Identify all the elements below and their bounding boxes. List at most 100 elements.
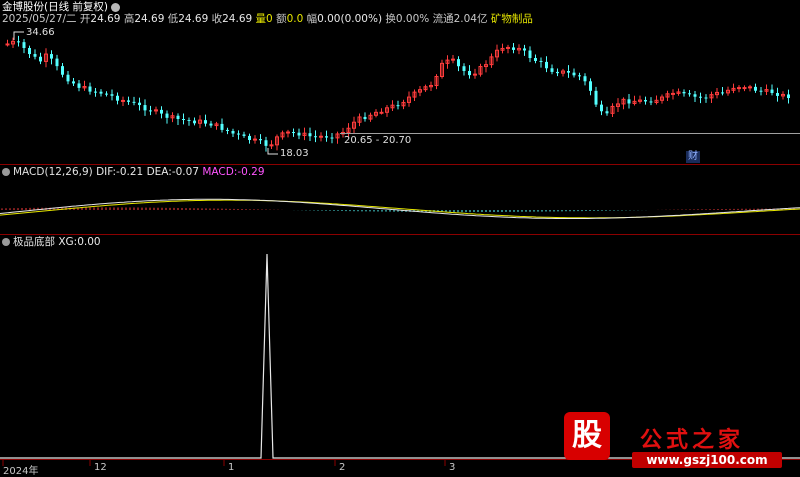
xg-label: XG: — [58, 236, 78, 248]
macd-value: -0.29 — [237, 166, 265, 178]
candle-body-down — [33, 54, 37, 57]
dea-label: DEA: — [146, 166, 172, 178]
candle-body-down — [600, 104, 603, 112]
amount-value: 0.0 — [286, 13, 304, 25]
candle-body-down — [17, 41, 20, 43]
volume-value: 0 — [266, 13, 273, 25]
close-label: 收 — [211, 13, 223, 25]
candle-body-down — [220, 123, 224, 130]
indicator-title[interactable]: 极品底部 — [13, 236, 55, 248]
candle-body-down — [462, 66, 466, 71]
candle-body-down — [627, 99, 631, 104]
range-label: 20.65 - 20.70 — [344, 135, 412, 146]
candle-body-down — [770, 89, 774, 94]
candle-body-down — [138, 102, 141, 106]
candle-body-down — [468, 70, 471, 76]
candle-body-up — [121, 99, 125, 102]
high-price-mark: 34.66 — [26, 27, 55, 38]
stock-name-period: 金博股份(日线 前复权) — [2, 1, 109, 13]
candle-body-down — [231, 130, 235, 134]
candle-body-down — [110, 94, 114, 96]
open-value: 24.69 — [90, 13, 121, 25]
candle-body-down — [149, 110, 152, 112]
candle-body-down — [754, 86, 757, 91]
float-label: 流通 — [432, 13, 454, 25]
volume-label: 量 — [255, 13, 267, 25]
x-label-0: 2024年 — [3, 466, 39, 477]
change-label: 幅 — [306, 13, 318, 25]
low-price-mark: 18.03 — [280, 148, 309, 159]
candle-body-down — [688, 93, 691, 95]
candle-body-down — [72, 81, 75, 84]
date-value: 2025/05/27/二 — [2, 13, 77, 25]
x-label-2: 1 — [228, 462, 235, 473]
candle-body-up — [737, 87, 741, 90]
candle-body-down — [297, 132, 301, 136]
candle-body-down — [28, 47, 31, 55]
candle-body-down — [204, 120, 207, 124]
dropdown-icon[interactable] — [111, 2, 121, 12]
candle-body-down — [143, 105, 147, 111]
candle-body-down — [550, 68, 554, 72]
candle-body-down — [237, 133, 240, 135]
candle-body-down — [644, 100, 647, 102]
candle-body-down — [264, 140, 268, 146]
watermark-url: www.gszj100.com — [632, 452, 782, 468]
candle-body-down — [248, 135, 251, 141]
candle-body-down — [325, 136, 328, 138]
candle-body-down — [77, 83, 81, 88]
candle-body-down — [330, 137, 334, 139]
ohlc-readout: 2025/05/27/二 开24.69 高24.69 低24.69 收24.69… — [2, 13, 533, 26]
candle-body-down — [193, 120, 196, 124]
xg-value: 0.00 — [77, 236, 101, 248]
candle-body-down — [61, 66, 64, 75]
finance-badge[interactable]: 财 — [686, 151, 700, 163]
candle-body-down — [556, 71, 559, 74]
candle-body-up — [253, 138, 257, 141]
candle-body-up — [319, 135, 323, 138]
macd-label: MACD: — [202, 166, 238, 178]
candle-body-up — [379, 111, 384, 114]
candle-body-down — [512, 47, 515, 50]
macd-settings-icon[interactable] — [2, 168, 10, 176]
low-label: 低 — [167, 13, 179, 25]
candle-body-up — [748, 86, 752, 89]
candle-body-down — [523, 48, 526, 51]
dif-label: DIF: — [96, 166, 117, 178]
candle-body-down — [704, 97, 708, 99]
watermark-title: 公式之家 — [640, 427, 745, 453]
x-label-4: 3 — [449, 462, 456, 473]
dea-value: -0.07 — [171, 166, 199, 178]
candle-body-down — [88, 86, 92, 92]
candle-body-down — [165, 113, 169, 118]
candle-body-down — [160, 109, 163, 114]
candle-body-up — [5, 43, 10, 46]
float-value: 2.04亿 — [453, 13, 488, 25]
candle-body-down — [567, 71, 570, 73]
candle-body-down — [457, 59, 460, 67]
candle-body-down — [116, 95, 119, 101]
macd-title[interactable]: MACD(12,26,9) — [13, 166, 93, 178]
candle-body-down — [649, 101, 653, 103]
candle-body-down — [55, 58, 59, 67]
low-value: 24.69 — [178, 13, 209, 25]
x-label-3: 2 — [339, 462, 346, 473]
candle-body-up — [671, 92, 675, 95]
candle-body-down — [721, 92, 724, 94]
chart-canvas — [0, 31, 800, 466]
change-value: 0.00(0.00%) — [317, 13, 383, 25]
candle-body-down — [94, 91, 97, 93]
candle-body-down — [226, 129, 229, 131]
candle-body-down — [308, 133, 312, 137]
open-label: 开 — [79, 13, 91, 25]
candle-body-down — [99, 91, 103, 94]
sector-value[interactable]: 矿物制品 — [491, 13, 533, 25]
candle-body-down — [583, 76, 587, 82]
indicator-settings-icon[interactable] — [2, 238, 10, 246]
candle-body-down — [39, 56, 42, 62]
turnover-label: 换 — [385, 13, 396, 25]
candle-body-down — [699, 96, 702, 98]
candle-body-down — [572, 72, 576, 76]
candle-body-down — [22, 42, 26, 48]
candle-body-down — [545, 61, 548, 69]
